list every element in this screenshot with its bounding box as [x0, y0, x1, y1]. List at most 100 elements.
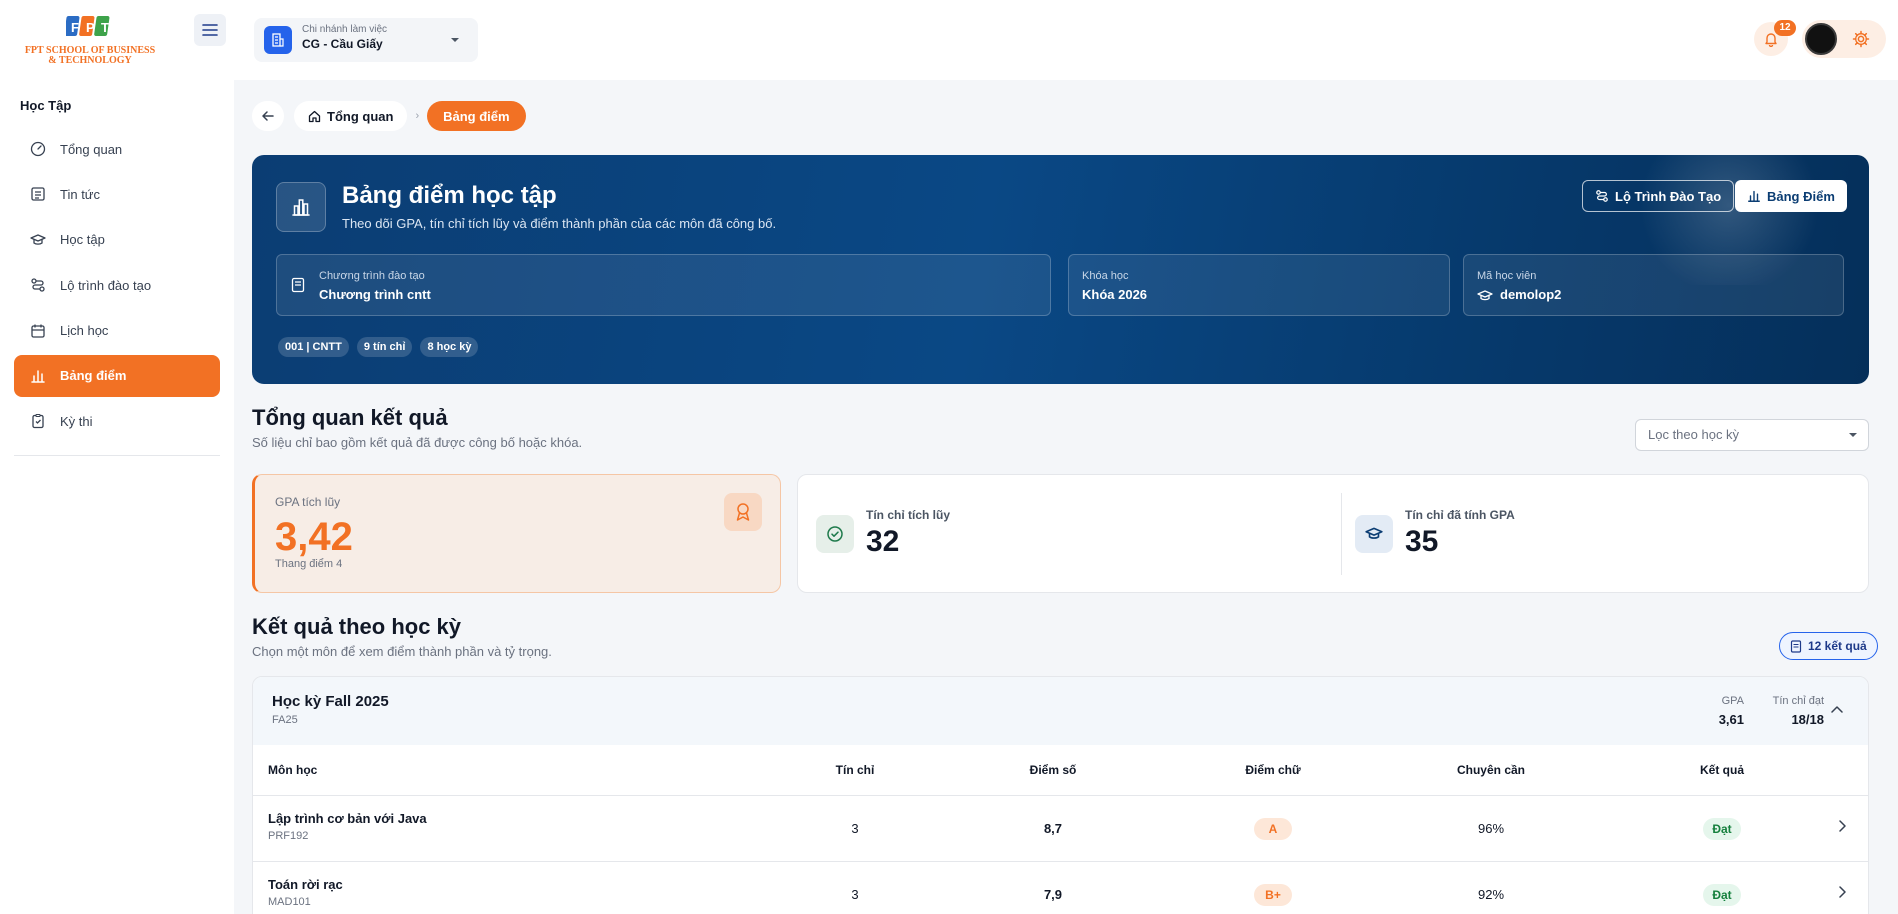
term-credits-value: 18/18 [1791, 712, 1824, 727]
results-title: Kết quả theo học kỳ [252, 614, 462, 639]
divider [1341, 493, 1342, 575]
sidebar-item-overview[interactable]: Tổng quan [14, 128, 220, 170]
term-card: Học kỳ Fall 2025 FA25 GPA 3,61 Tín chỉ đ… [252, 676, 1869, 914]
chip-program-code: 001 | CNTT [278, 337, 349, 357]
term-code: FA25 [272, 714, 298, 726]
page-subtitle: Theo dõi GPA, tín chỉ tích lũy và điểm t… [342, 216, 777, 231]
chip-credits: 9 tín chỉ [356, 337, 413, 357]
sidebar-section-title: Học Tập [20, 98, 72, 113]
col-subject: Môn học [268, 763, 318, 777]
roadmap-button[interactable]: Lộ Trình Đào Tạo [1582, 180, 1735, 212]
subject-credits: 3 [851, 821, 859, 836]
sidebar-divider [14, 455, 220, 456]
chevron-right-icon [1839, 886, 1846, 898]
clipboard-check-icon [30, 413, 46, 429]
sidebar-item-study[interactable]: Học tập [14, 219, 220, 261]
fpt-logo[interactable]: F P T FPT SCHOOL OF BUSINESS & TECHNOLOG… [20, 14, 160, 68]
arrow-left-icon [262, 111, 274, 121]
results-count-badge: 12 kết quả [1779, 632, 1878, 660]
menu-toggle-button[interactable] [194, 14, 226, 46]
gpa-scale: Thang điểm 4 [275, 558, 343, 570]
chevron-up-icon[interactable] [1831, 705, 1843, 713]
graduation-cap-icon [30, 232, 46, 248]
sidebar-item-schedule[interactable]: Lịch học [14, 310, 220, 352]
notification-count-badge: 12 [1774, 20, 1796, 36]
user-menu[interactable] [1802, 20, 1886, 58]
program-card: Chương trình đào tạo Chương trình cntt [276, 254, 1051, 316]
breadcrumb-current[interactable]: Bảng điểm [427, 101, 526, 131]
sidebar-item-label: Tin tức [60, 186, 101, 202]
graduation-cap-icon [1477, 290, 1493, 301]
result-badge: Đạt [1703, 884, 1741, 906]
sidebar-item-exams[interactable]: Kỳ thi [14, 400, 220, 442]
sidebar-item-label: Học tập [60, 232, 105, 248]
bar-chart-icon [1748, 190, 1760, 202]
check-circle-icon [816, 515, 854, 553]
gpa-card: GPA tích lũy 3,42 Thang điểm 4 [252, 474, 781, 593]
overview-title: Tổng quan kết quả [252, 405, 448, 430]
building-icon [264, 26, 292, 54]
grades-button[interactable]: Bảng Điểm [1735, 180, 1847, 212]
sidebar-item-grades[interactable]: Bảng điểm [14, 354, 220, 397]
branch-selector[interactable]: Chi nhánh làm việc CG - Cầu Giấy [254, 18, 478, 62]
sidebar-item-news[interactable]: Tin tức [14, 173, 220, 215]
gpa-credits-value: 35 [1405, 525, 1439, 558]
course-card: Khóa học Khóa 2026 [1068, 254, 1450, 316]
results-count-label: 12 kết quả [1808, 639, 1867, 653]
book-icon [291, 277, 305, 293]
avatar[interactable] [1805, 23, 1837, 55]
sidebar: F P T FPT SCHOOL OF BUSINESS & TECHNOLOG… [0, 0, 234, 914]
grades-button-label: Bảng Điểm [1767, 188, 1835, 204]
news-icon [30, 186, 46, 202]
breadcrumb: Tổng quan › Bảng điểm [252, 101, 526, 131]
col-letter: Điểm chữ [1245, 763, 1301, 777]
subject-credits: 3 [851, 887, 859, 902]
bar-chart-icon [276, 182, 326, 232]
document-icon [1790, 639, 1802, 653]
course-value: Khóa 2026 [1082, 287, 1148, 302]
accumulated-credits-value: 32 [866, 525, 900, 558]
grades-hero: Bảng điểm học tập Theo dõi GPA, tín chỉ … [252, 155, 1869, 384]
program-label: Chương trình đào tạo [319, 270, 425, 282]
chip-terms: 8 học kỳ [420, 337, 479, 357]
overview-subtitle: Số liệu chỉ bao gồm kết quả đã được công… [252, 435, 583, 450]
subject-code: MAD101 [268, 896, 311, 908]
subject-attendance: 92% [1477, 887, 1505, 902]
back-button[interactable] [252, 101, 284, 131]
term-filter-placeholder: Lọc theo học kỳ [1648, 427, 1740, 442]
col-result: Kết quả [1699, 763, 1744, 777]
sidebar-item-label: Tổng quan [60, 141, 123, 157]
program-value: Chương trình cntt [319, 287, 431, 302]
dashboard-icon [30, 141, 46, 157]
gear-icon[interactable] [1852, 30, 1870, 48]
caret-down-icon [451, 38, 459, 42]
home-icon [308, 110, 321, 122]
roadmap-button-label: Lộ Trình Đào Tạo [1615, 188, 1722, 204]
hamburger-icon [202, 24, 218, 36]
svg-text:T: T [101, 20, 109, 35]
bar-chart-icon [30, 368, 46, 384]
breadcrumb-home[interactable]: Tổng quan [294, 101, 408, 131]
col-credits: Tín chỉ [835, 763, 875, 777]
gpa-credits-label: Tín chỉ đã tính GPA [1405, 508, 1515, 522]
term-filter-select[interactable]: Lọc theo học kỳ [1635, 419, 1869, 451]
course-label: Khóa học [1082, 270, 1129, 282]
route-icon [1596, 190, 1608, 202]
route-icon [30, 277, 46, 293]
subject-name: Lập trình cơ bản với Java [268, 811, 427, 826]
chevron-right-icon: › [415, 110, 420, 122]
credits-card: Tín chỉ tích lũy 32 Tín chỉ đã tính GPA … [797, 474, 1869, 593]
sidebar-item-roadmap[interactable]: Lộ trình đào tạo [14, 264, 220, 306]
table-row[interactable]: Lập trình cơ bản với Java PRF192 3 8,7 A… [253, 796, 1868, 862]
table-row[interactable]: Toán rời rạc MAD101 3 7,9 B+ 92% Đạt [253, 862, 1868, 914]
sidebar-item-label: Kỳ thi [60, 413, 93, 429]
breadcrumb-home-label: Tổng quan [327, 108, 394, 124]
student-id-card: Mã học viên demolop2 [1463, 254, 1844, 316]
subject-code: PRF192 [268, 830, 309, 842]
letter-grade-badge: B+ [1254, 884, 1292, 906]
subject-name: Toán rời rạc [268, 877, 343, 892]
term-header[interactable]: Học kỳ Fall 2025 FA25 GPA 3,61 Tín chỉ đ… [253, 677, 1868, 745]
sidebar-item-label: Bảng điểm [60, 368, 127, 384]
award-icon [724, 493, 762, 531]
fpt-logo-mark: F P T [66, 16, 110, 36]
